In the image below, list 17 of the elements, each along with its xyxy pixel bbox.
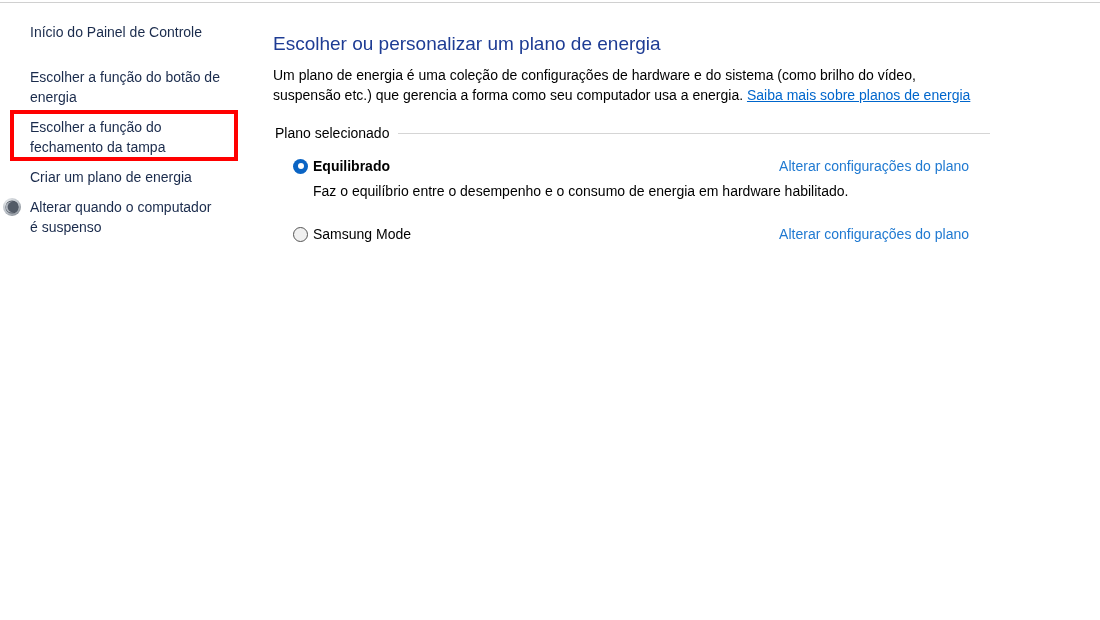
plan-settings-link[interactable]: Alterar configurações do plano <box>779 224 969 244</box>
page-title: Escolher ou personalizar um plano de energia <box>273 32 662 56</box>
plan-name[interactable]: Samsung Mode <box>313 224 412 244</box>
sidebar-link[interactable]: Escolher a função do fechamento da tampa <box>30 117 222 157</box>
sidebar-link[interactable]: Início do Painel de Controle <box>30 22 222 42</box>
sidebar-link[interactable]: Escolher a função do botão de energia <box>30 67 222 107</box>
sidebar-link[interactable]: Alterar quando o computador é suspenso <box>30 197 222 237</box>
plan-settings-link[interactable]: Alterar configurações do plano <box>779 156 969 176</box>
learn-more-link[interactable]: Saiba mais sobre planos de energia <box>746 87 971 103</box>
plan-name[interactable]: Equilibrado <box>313 156 390 176</box>
description-text: Um plano de energia é uma coleção de configurações de hardware e do sistema (como brilho do vídeo, suspensão etc.) que gerencia a forma como seu computador usa a energia. Saiba mais sobre planos de energia <box>273 66 972 105</box>
moon-icon <box>3 198 21 216</box>
radio-button[interactable] <box>293 226 308 242</box>
group-label: Plano selecionado <box>274 124 390 143</box>
sidebar-link[interactable]: Criar um plano de energia <box>30 167 222 187</box>
radio-button[interactable] <box>293 158 308 174</box>
plan-description: Faz o equilíbrio entre o desempenho e o consumo de energia em hardware habilitado. <box>313 182 850 201</box>
